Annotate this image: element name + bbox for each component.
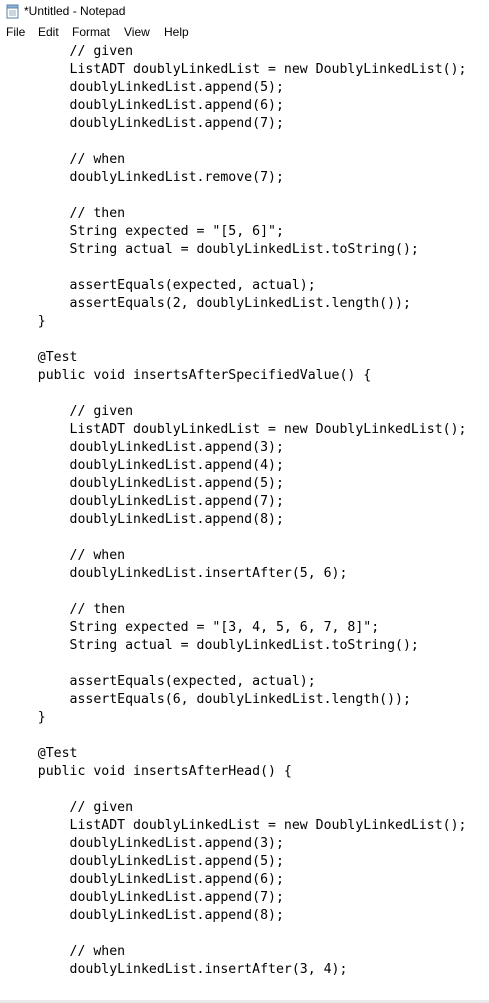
code-line: String actual = doublyLinkedList.toStrin…: [6, 242, 419, 257]
code-line: doublyLinkedList.insertAfter(3, 4);: [6, 962, 348, 977]
menu-edit[interactable]: Edit: [38, 25, 59, 39]
code-line: // then: [6, 206, 126, 221]
code-line: // when: [6, 548, 126, 563]
code-line: doublyLinkedList.append(8);: [6, 908, 284, 923]
notepad-window: *Untitled - Notepad File Edit Format Vie…: [0, 0, 489, 1003]
code-line: // when: [6, 152, 126, 167]
code-line: }: [6, 314, 46, 329]
code-line: // given: [6, 800, 134, 815]
notepad-icon: [6, 4, 19, 19]
code-line: String expected = "[5, 6]";: [6, 224, 284, 239]
code-line: doublyLinkedList.append(3);: [6, 836, 284, 851]
code-line: assertEquals(6, doublyLinkedList.length(…: [6, 692, 411, 707]
code-line: // given: [6, 404, 134, 419]
menu-bar: File Edit Format View Help: [0, 24, 489, 42]
code-line: // then: [6, 602, 126, 617]
code-line: public void insertsAfterHead() {: [6, 764, 292, 779]
code-line: doublyLinkedList.append(5);: [6, 476, 284, 491]
code-line: doublyLinkedList.remove(7);: [6, 170, 284, 185]
code-line: // when: [6, 944, 126, 959]
code-line: // given: [6, 44, 134, 59]
code-line: @Test: [6, 350, 78, 365]
code-line: doublyLinkedList.append(5);: [6, 854, 284, 869]
code-line: assertEquals(2, doublyLinkedList.length(…: [6, 296, 411, 311]
code-line: ListADT doublyLinkedList = new DoublyLin…: [6, 422, 467, 437]
code-line: ListADT doublyLinkedList = new DoublyLin…: [6, 818, 467, 833]
code-line: doublyLinkedList.append(7);: [6, 890, 284, 905]
code-line: }: [6, 710, 46, 725]
code-line: doublyLinkedList.append(4);: [6, 458, 284, 473]
code-line: @Test: [6, 746, 78, 761]
menu-format[interactable]: Format: [72, 25, 110, 39]
menu-view[interactable]: View: [124, 25, 150, 39]
code-line: String actual = doublyLinkedList.toStrin…: [6, 638, 419, 653]
code-line: doublyLinkedList.append(5);: [6, 80, 284, 95]
code-line: doublyLinkedList.append(7);: [6, 494, 284, 509]
menu-help[interactable]: Help: [164, 25, 189, 39]
menu-file[interactable]: File: [6, 25, 25, 39]
text-editor[interactable]: // given ListADT doublyLinkedList = new …: [0, 42, 489, 1000]
code-line: doublyLinkedList.append(8);: [6, 512, 284, 527]
code-line: doublyLinkedList.append(6);: [6, 98, 284, 113]
code-line: doublyLinkedList.append(3);: [6, 440, 284, 455]
code-line: assertEquals(expected, actual);: [6, 674, 316, 689]
code-line: public void insertsAfterSpecifiedValue()…: [6, 368, 372, 383]
code-line: doublyLinkedList.append(7);: [6, 116, 284, 131]
code-line: doublyLinkedList.insertAfter(5, 6);: [6, 566, 348, 581]
code-line: ListADT doublyLinkedList = new DoublyLin…: [6, 62, 467, 77]
code-line: String expected = "[3, 4, 5, 6, 7, 8]";: [6, 620, 380, 635]
window-title: *Untitled - Notepad: [24, 4, 126, 18]
title-bar[interactable]: *Untitled - Notepad: [0, 0, 489, 24]
code-line: assertEquals(expected, actual);: [6, 278, 316, 293]
code-line: doublyLinkedList.append(6);: [6, 872, 284, 887]
